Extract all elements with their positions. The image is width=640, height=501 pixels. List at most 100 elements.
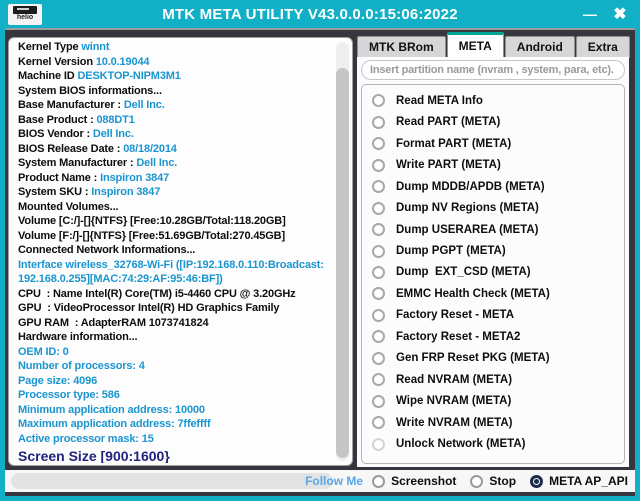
system-log-lines: Kernel Type winnt Kernel Version 10.0.190… — [18, 40, 330, 463]
mode-meta-ap-api[interactable]: META AP_API — [530, 474, 628, 488]
action-emmc-health-check-meta[interactable]: EMMC Health Check (META) — [372, 286, 624, 302]
minimize-button[interactable]: — — [578, 6, 602, 22]
log-value: winnt — [81, 41, 110, 53]
action-label: Wipe NVRAM (META) — [396, 395, 512, 408]
log-label: CPU : Name Intel(R) Core(TM) i5-4460 CPU… — [18, 287, 296, 300]
action-write-part-meta[interactable]: Write PART (META) — [372, 157, 624, 173]
tab-android[interactable]: Android — [504, 36, 575, 58]
log-line: Hardware information... — [18, 330, 330, 345]
title-bar: helio MTK META UTILITY V43.0.0.0:15:06:2… — [0, 0, 640, 28]
tab-extra[interactable]: Extra — [575, 36, 630, 58]
log-line: System SKU : Inspiron 3847 — [18, 185, 330, 200]
action-label: Read NVRAM (META) — [396, 373, 513, 386]
action-format-part-meta[interactable]: Format PART (META) — [372, 136, 624, 152]
action-read-meta-info[interactable]: Read META Info — [372, 93, 624, 109]
log-line: BIOS Vendor : Dell Inc. — [18, 127, 330, 142]
system-log-panel: Kernel Type winnt Kernel Version 10.0.190… — [8, 37, 353, 466]
log-scrollbar-thumb[interactable] — [336, 68, 349, 458]
mode-stop[interactable]: Stop — [470, 474, 516, 488]
log-value: Inspiron 3847 — [100, 171, 170, 184]
close-button[interactable]: ✖ — [608, 4, 632, 24]
meta-tab-panel: Read META Info Read PART (META) Format PAR… — [357, 57, 629, 467]
app-logo-icon: helio — [8, 3, 42, 25]
log-line: Minimum application address: 10000 — [18, 403, 330, 418]
action-factory-reset-meta2[interactable]: Factory Reset - META2 — [372, 329, 624, 345]
action-label: Read PART (META) — [396, 116, 501, 129]
action-read-nvram-meta[interactable]: Read NVRAM (META) — [372, 372, 624, 388]
radio-icon — [372, 287, 385, 301]
log-value: Interface wireless_32768-Wi-Fi ([IP:192.… — [18, 258, 324, 271]
log-line: System BIOS informations... — [18, 84, 330, 99]
radio-icon — [372, 137, 385, 151]
follow-me-link[interactable]: Follow Me — [305, 474, 363, 488]
log-label: BIOS Release Date : — [18, 142, 124, 155]
radio-icon — [470, 474, 484, 488]
log-value: Dell Inc. — [92, 128, 134, 140]
log-line: 192.168.0.255][MAC:74:29:AF:95:46:BF]) — [18, 272, 330, 287]
action-dump-mddb-apdb-meta[interactable]: Dump MDDB/APDB (META) — [372, 179, 624, 195]
app-window: helio MTK META UTILITY V43.0.0.0:15:06:2… — [0, 0, 640, 501]
main-area: Kernel Type winnt Kernel Version 10.0.190… — [5, 28, 635, 496]
action-factory-reset-meta[interactable]: Factory Reset - META — [372, 307, 624, 323]
action-label: Dump PGPT (META) — [396, 245, 506, 258]
mode-label: Screenshot — [391, 474, 457, 488]
log-line: Page size: 4096 — [18, 374, 330, 389]
action-label: Dump USERAREA (META) — [396, 223, 539, 236]
action-unlock-network-meta: Unlock Network (META) — [372, 436, 624, 452]
partition-name-input[interactable] — [361, 60, 625, 80]
tab-bar: MTK BRom META Android Extra — [357, 32, 631, 58]
log-line: Kernel Type winnt — [18, 40, 330, 55]
log-line: Number of processors: 4 — [18, 359, 330, 374]
log-label: System BIOS informations... — [18, 84, 162, 97]
log-line: GPU : VideoProcessor Intel(R) HD Graphic… — [18, 301, 330, 316]
radio-icon — [530, 474, 544, 488]
log-label: Base Manufacturer : — [18, 99, 124, 111]
log-value: Active processor mask: 15 — [18, 432, 154, 445]
log-label: Machine ID — [18, 70, 78, 82]
radio-icon — [372, 373, 385, 387]
radio-icon — [372, 201, 385, 215]
action-label: EMMC Health Check (META) — [396, 287, 550, 300]
radio-icon — [372, 394, 385, 408]
log-value: Dell Inc. — [136, 157, 178, 169]
action-gen-frp-reset-pkg-meta[interactable]: Gen FRP Reset PKG (META) — [372, 350, 624, 366]
action-label: Format PART (META) — [396, 137, 512, 150]
tab-mtk-brom[interactable]: MTK BRom — [357, 36, 446, 58]
app-logo-label: helio — [16, 14, 34, 21]
action-label: Gen FRP Reset PKG (META) — [396, 352, 550, 365]
action-label: Write PART (META) — [396, 159, 501, 172]
log-value: OEM ID: 0 — [18, 345, 69, 358]
mode-screenshot[interactable]: Screenshot — [372, 474, 456, 488]
chip-icon — [13, 6, 37, 14]
radio-icon — [372, 94, 385, 108]
action-read-part-meta[interactable]: Read PART (META) — [372, 114, 624, 130]
log-line: CPU : Name Intel(R) Core(TM) i5-4460 CPU… — [18, 287, 330, 302]
action-dump-ext-csd-meta[interactable]: Dump EXT_CSD (META) — [372, 264, 624, 280]
radio-icon — [372, 244, 385, 258]
radio-icon — [372, 416, 385, 430]
radio-icon — [372, 223, 385, 237]
action-dump-userarea-meta[interactable]: Dump USERAREA (META) — [372, 222, 624, 238]
action-label: Factory Reset - META — [396, 309, 515, 322]
action-label: Dump NV Regions (META) — [396, 202, 539, 215]
tab-meta[interactable]: META — [446, 32, 504, 58]
action-wipe-nvram-meta[interactable]: Wipe NVRAM (META) — [372, 393, 624, 409]
log-line: Volume [C:/]-[]{NTFS} [Free:10.28GB/Tota… — [18, 214, 330, 229]
action-dump-nv-regions-meta[interactable]: Dump NV Regions (META) — [372, 200, 624, 216]
log-line: Maximum application address: 7ffeffff — [18, 417, 330, 432]
radio-icon — [372, 115, 385, 129]
log-value: Maximum application address: 7ffeffff — [18, 418, 211, 430]
action-write-nvram-meta[interactable]: Write NVRAM (META) — [372, 415, 624, 431]
action-label: Unlock Network (META) — [396, 438, 526, 451]
action-label: Dump MDDB/APDB (META) — [396, 180, 545, 193]
log-scrollbar-track[interactable] — [336, 42, 349, 461]
log-label: Hardware information... — [18, 331, 138, 343]
action-dump-pgpt-meta[interactable]: Dump PGPT (META) — [372, 243, 624, 259]
action-label: Factory Reset - META2 — [396, 330, 521, 343]
log-line: Kernel Version 10.0.19044 — [18, 55, 330, 70]
log-label: Mounted Volumes... — [18, 200, 119, 213]
log-label: Product Name : — [18, 171, 101, 184]
radio-icon — [372, 265, 385, 279]
mode-label: Stop — [489, 474, 517, 488]
log-line: Screen Size [900:1600} — [18, 447, 330, 463]
